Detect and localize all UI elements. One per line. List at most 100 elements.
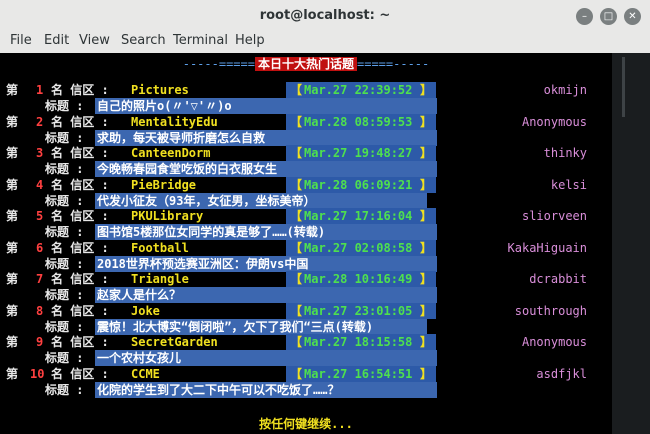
- board-label: 名 信区 :: [51, 177, 109, 192]
- board-label: 名 信区 :: [51, 366, 109, 381]
- subject-label: 标题 :: [45, 288, 84, 302]
- close-icon[interactable]: ✕: [624, 8, 641, 25]
- post-title-row[interactable]: 标题 : 震惊！北大博实“倒闭啦”，欠下了我们“三点(转载): [0, 318, 612, 335]
- rank-prefix: 第: [6, 83, 19, 97]
- post-title[interactable]: 一个农村女孩儿: [95, 350, 437, 366]
- date-open-bracket: 【: [290, 240, 303, 255]
- post-author[interactable]: okmijn: [544, 82, 587, 98]
- post-header-row[interactable]: 第 6 名 信区 : Football 【Mar.27 02:08:58 】 KakaHig…: [0, 239, 612, 256]
- post-title-row[interactable]: 标题 : 代发小征友（93年，女征男，坐标美帝）: [0, 192, 612, 209]
- menu-bar: File Edit View Search Terminal Help: [0, 32, 650, 54]
- post-title-row[interactable]: 标题 : 2018世界杯预选赛亚洲区：伊朗vs中国: [0, 255, 612, 272]
- board-name: Joke: [131, 303, 160, 318]
- post-header-row[interactable]: 第 7 名 信区 : Triangle 【Mar.28 10:16:49 】 dcrabbi…: [0, 271, 612, 287]
- board-label: 名 信区 :: [51, 83, 109, 97]
- rank-number: 4: [36, 177, 44, 192]
- date-close-bracket: 】: [420, 335, 433, 349]
- rank-prefix: 第: [6, 366, 19, 381]
- subject-label: 标题 :: [45, 351, 84, 365]
- board-label: 名 信区 :: [51, 335, 109, 349]
- date-open-bracket: 【: [290, 272, 303, 286]
- rank-number: 6: [36, 240, 44, 255]
- menu-help[interactable]: Help: [235, 33, 265, 48]
- post-title[interactable]: 震惊！北大博实“倒闭啦”，欠下了我们“三点(转载): [95, 318, 427, 335]
- post-date: Mar.27 16:54:51: [304, 366, 413, 381]
- post-author[interactable]: dcrabbit: [529, 271, 587, 287]
- post-author[interactable]: southrough: [515, 303, 587, 319]
- post-author[interactable]: thinky: [544, 145, 587, 161]
- subject-label: 标题 :: [45, 382, 84, 397]
- board-name: Triangle: [131, 272, 189, 286]
- board-name: CCME: [131, 366, 160, 381]
- post-header-row[interactable]: 第 3 名 信区 : CanteenDorm 【Mar.27 19:48:27 】 thin…: [0, 145, 612, 161]
- post-author[interactable]: KakaHiguain: [508, 240, 587, 256]
- post-title-row[interactable]: 标题 : 赵家人是什么？: [0, 287, 612, 303]
- menu-search[interactable]: Search: [121, 33, 166, 48]
- subject-label: 标题 :: [45, 99, 84, 113]
- post-header-row[interactable]: 第 8 名 信区 : Joke 【Mar.27 23:01:05 】 southrough: [0, 302, 612, 319]
- post-header-row[interactable]: 第 10 名 信区 : CCME 【Mar.27 16:54:51 】 asdfjkl: [0, 365, 612, 382]
- menu-edit[interactable]: Edit: [44, 33, 69, 48]
- menu-terminal[interactable]: Terminal: [173, 33, 228, 48]
- post-header-row[interactable]: 第 1 名 信区 : Pictures 【Mar.27 22:39:52 】 okmijn: [0, 82, 612, 98]
- date-close-bracket: 】: [420, 366, 433, 381]
- post-author[interactable]: kelsi: [551, 177, 587, 193]
- date-open-bracket: 【: [290, 366, 303, 381]
- post-title[interactable]: 自己的照片o(〃'▽'〃)o: [95, 98, 437, 114]
- board-label: 名 信区 :: [51, 240, 109, 255]
- post-title[interactable]: 图书馆5楼那位女同学的真是够了……(转载): [95, 224, 437, 240]
- terminal-area[interactable]: -----===== 本日十大热门话题 =====----- 第 1 名 信区 : Pic…: [0, 53, 650, 434]
- rank-number: 1: [36, 83, 44, 97]
- post-title[interactable]: 今晚畅春园食堂吃饭的白衣服女生: [95, 161, 437, 177]
- subject-label: 标题 :: [45, 130, 84, 145]
- rank-number: 5: [36, 209, 44, 223]
- post-date: Mar.27 18:15:58: [304, 335, 413, 349]
- header-left-rule: -----=====: [182, 57, 255, 71]
- post-author[interactable]: asdfjkl: [536, 366, 587, 382]
- date-open-bracket: 【: [290, 114, 303, 129]
- subject-label: 标题 :: [45, 319, 84, 334]
- post-author[interactable]: sliorveen: [522, 208, 587, 224]
- header-title: 本日十大热门话题: [254, 57, 357, 71]
- rank-prefix: 第: [6, 146, 19, 160]
- rank-number: 10: [30, 366, 45, 381]
- post-title[interactable]: 赵家人是什么？: [95, 287, 437, 303]
- board-name: PKULibrary: [131, 209, 204, 223]
- window-titlebar: root@localhost: ~ – □ ✕: [0, 0, 650, 33]
- menu-file[interactable]: File: [10, 33, 32, 48]
- post-author[interactable]: Anonymous: [522, 114, 587, 130]
- board-name: PieBridge: [131, 177, 197, 192]
- board-label: 名 信区 :: [51, 114, 109, 129]
- post-header-row[interactable]: 第 9 名 信区 : SecretGarden 【Mar.27 18:15:58 】 Ano…: [0, 334, 612, 350]
- board-name: Football: [131, 240, 189, 255]
- post-title-row[interactable]: 标题 : 自己的照片o(〃'▽'〃)o: [0, 98, 612, 114]
- board-label: 名 信区 :: [51, 209, 109, 223]
- post-title-row[interactable]: 标题 : 图书馆5楼那位女同学的真是够了……(转载): [0, 224, 612, 240]
- date-close-bracket: 】: [420, 209, 433, 223]
- post-title[interactable]: 2018世界杯预选赛亚洲区：伊朗vs中国: [95, 255, 437, 272]
- scrollbar[interactable]: [622, 57, 625, 117]
- post-date: Mar.27 17:16:04: [304, 209, 413, 223]
- post-author[interactable]: Anonymous: [522, 334, 587, 350]
- subject-label: 标题 :: [45, 256, 84, 271]
- board-name: Pictures: [131, 83, 189, 97]
- date-close-bracket: 】: [420, 83, 433, 97]
- post-header-row[interactable]: 第 4 名 信区 : PieBridge 【Mar.28 06:09:21 】 kelsi: [0, 176, 612, 193]
- post-title-row[interactable]: 标题 : 今晚畅春园食堂吃饭的白衣服女生: [0, 161, 612, 177]
- menu-view[interactable]: View: [79, 33, 110, 48]
- post-header-row[interactable]: 第 5 名 信区 : PKULibrary 【Mar.27 17:16:04 】 slior…: [0, 208, 612, 224]
- post-title[interactable]: 代发小征友（93年，女征男，坐标美帝）: [95, 192, 427, 209]
- post-title[interactable]: 求助，每天被导师折磨怎么自救: [95, 129, 437, 146]
- maximize-icon[interactable]: □: [600, 8, 617, 25]
- rank-prefix: 第: [6, 209, 19, 223]
- minimize-icon[interactable]: –: [576, 8, 593, 25]
- rank-prefix: 第: [6, 335, 19, 349]
- board-label: 名 信区 :: [51, 146, 109, 160]
- post-title[interactable]: 化院的学生到了大二下中午可以不吃饭了……？: [95, 381, 437, 398]
- post-title-row[interactable]: 标题 : 求助，每天被导师折磨怎么自救: [0, 129, 612, 146]
- post-title-row[interactable]: 标题 : 一个农村女孩儿: [0, 350, 612, 366]
- header-right-rule: =====-----: [357, 57, 430, 71]
- post-date: Mar.27 22:39:52: [304, 83, 413, 97]
- post-title-row[interactable]: 标题 : 化院的学生到了大二下中午可以不吃饭了……？: [0, 381, 612, 398]
- post-header-row[interactable]: 第 2 名 信区 : MentalityEdu 【Mar.28 08:59:53 】 Ano…: [0, 113, 612, 130]
